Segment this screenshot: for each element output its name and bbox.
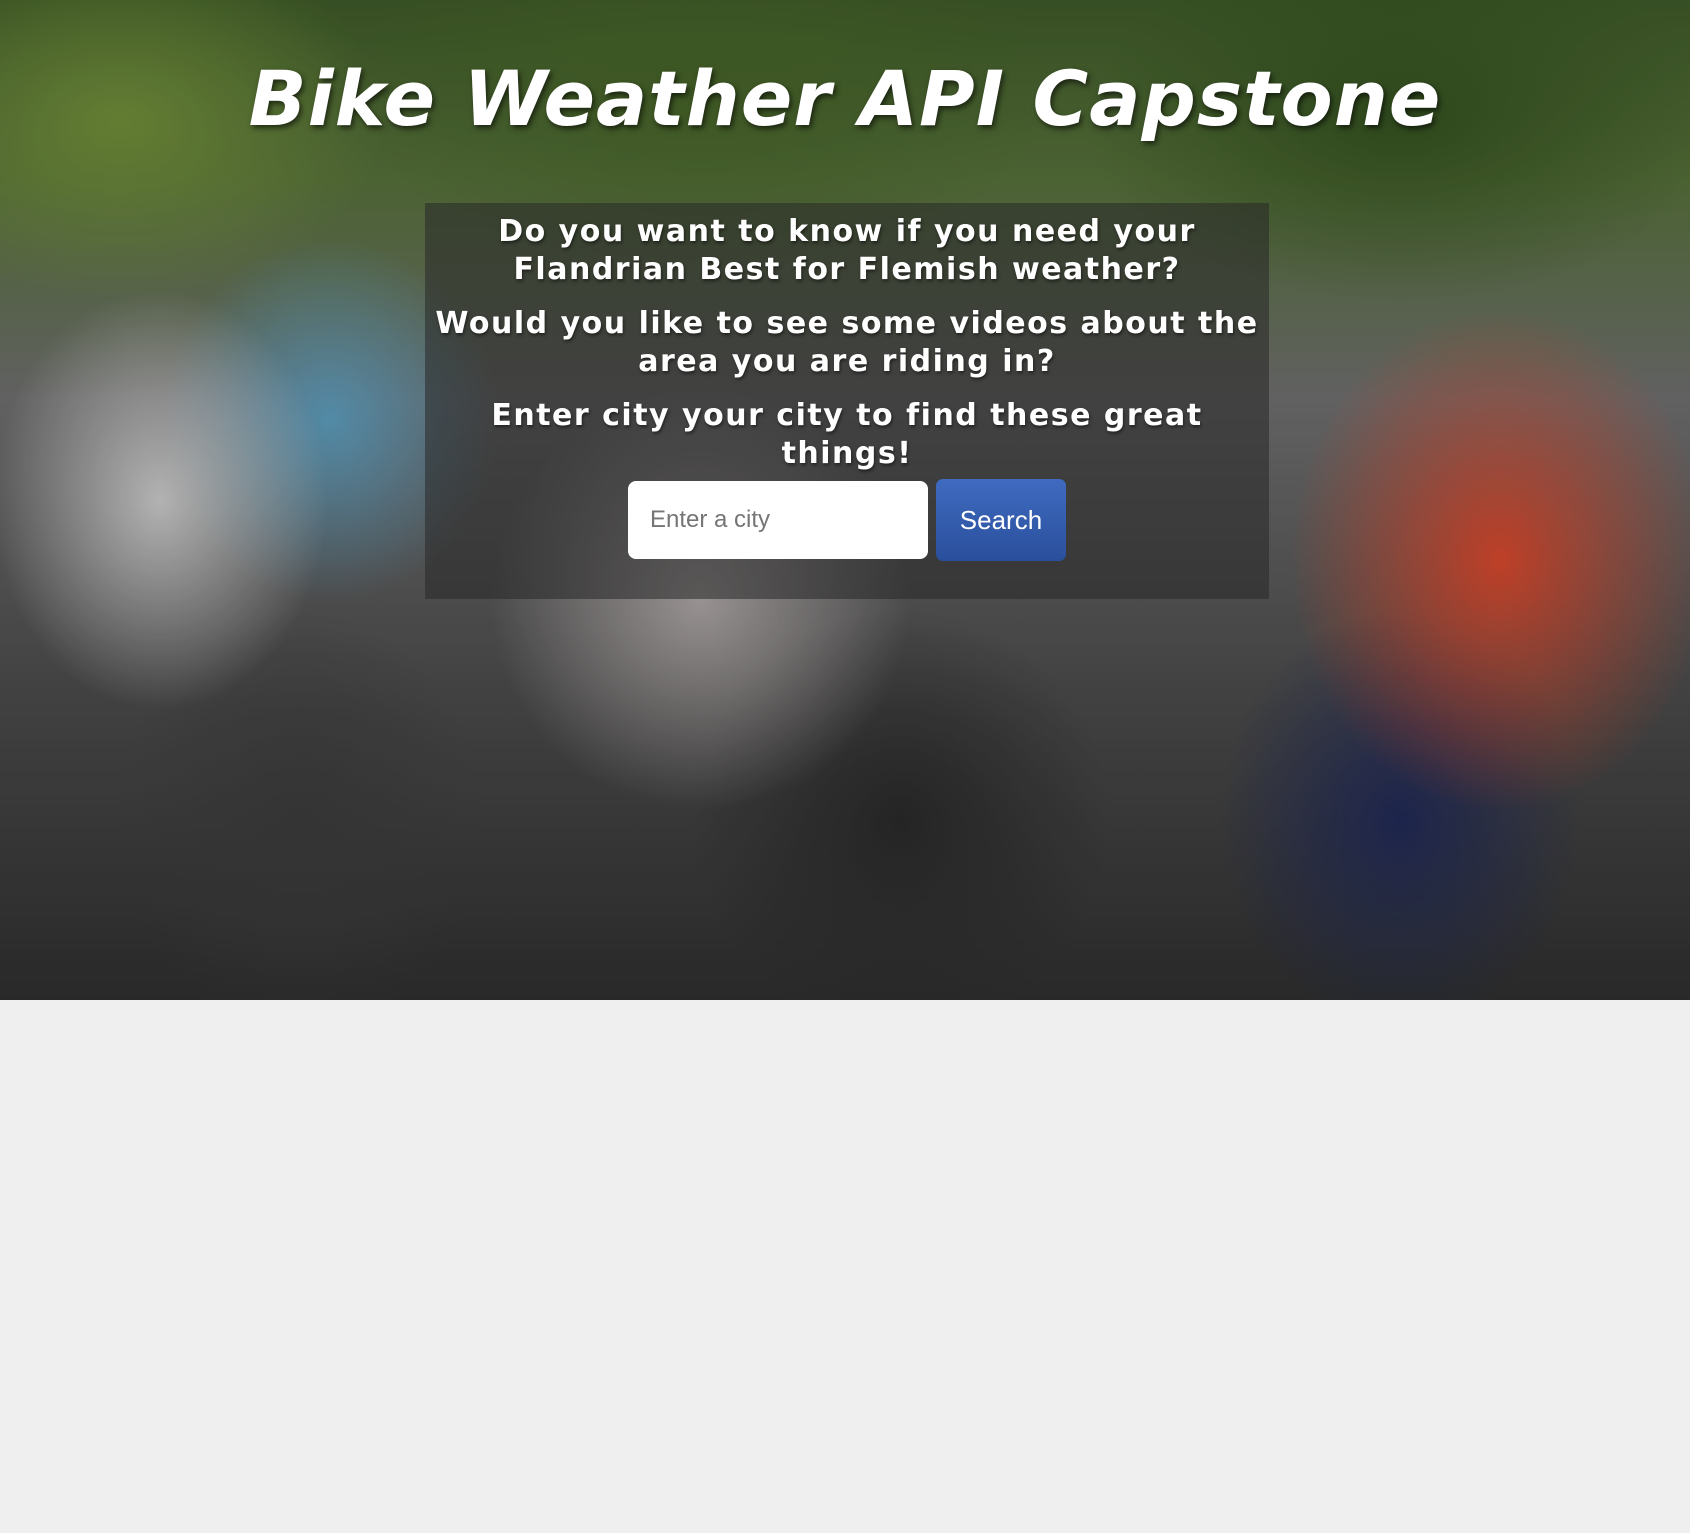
intro-instruction: Enter city your city to find these great… xyxy=(491,398,1203,471)
page-title: Bike Weather API Capstone xyxy=(248,54,1442,143)
search-button[interactable]: Search xyxy=(936,479,1066,561)
page: Bike Weather API Capstone Do you want to… xyxy=(0,0,1690,1533)
intro-question-weather: Do you want to know if you need your Fla… xyxy=(498,214,1196,287)
intro-question-videos: Would you like to see some videos about … xyxy=(435,306,1259,379)
city-search-input[interactable] xyxy=(628,481,928,559)
hero-background-image: Bike Weather API Capstone Do you want to… xyxy=(0,0,1690,1000)
